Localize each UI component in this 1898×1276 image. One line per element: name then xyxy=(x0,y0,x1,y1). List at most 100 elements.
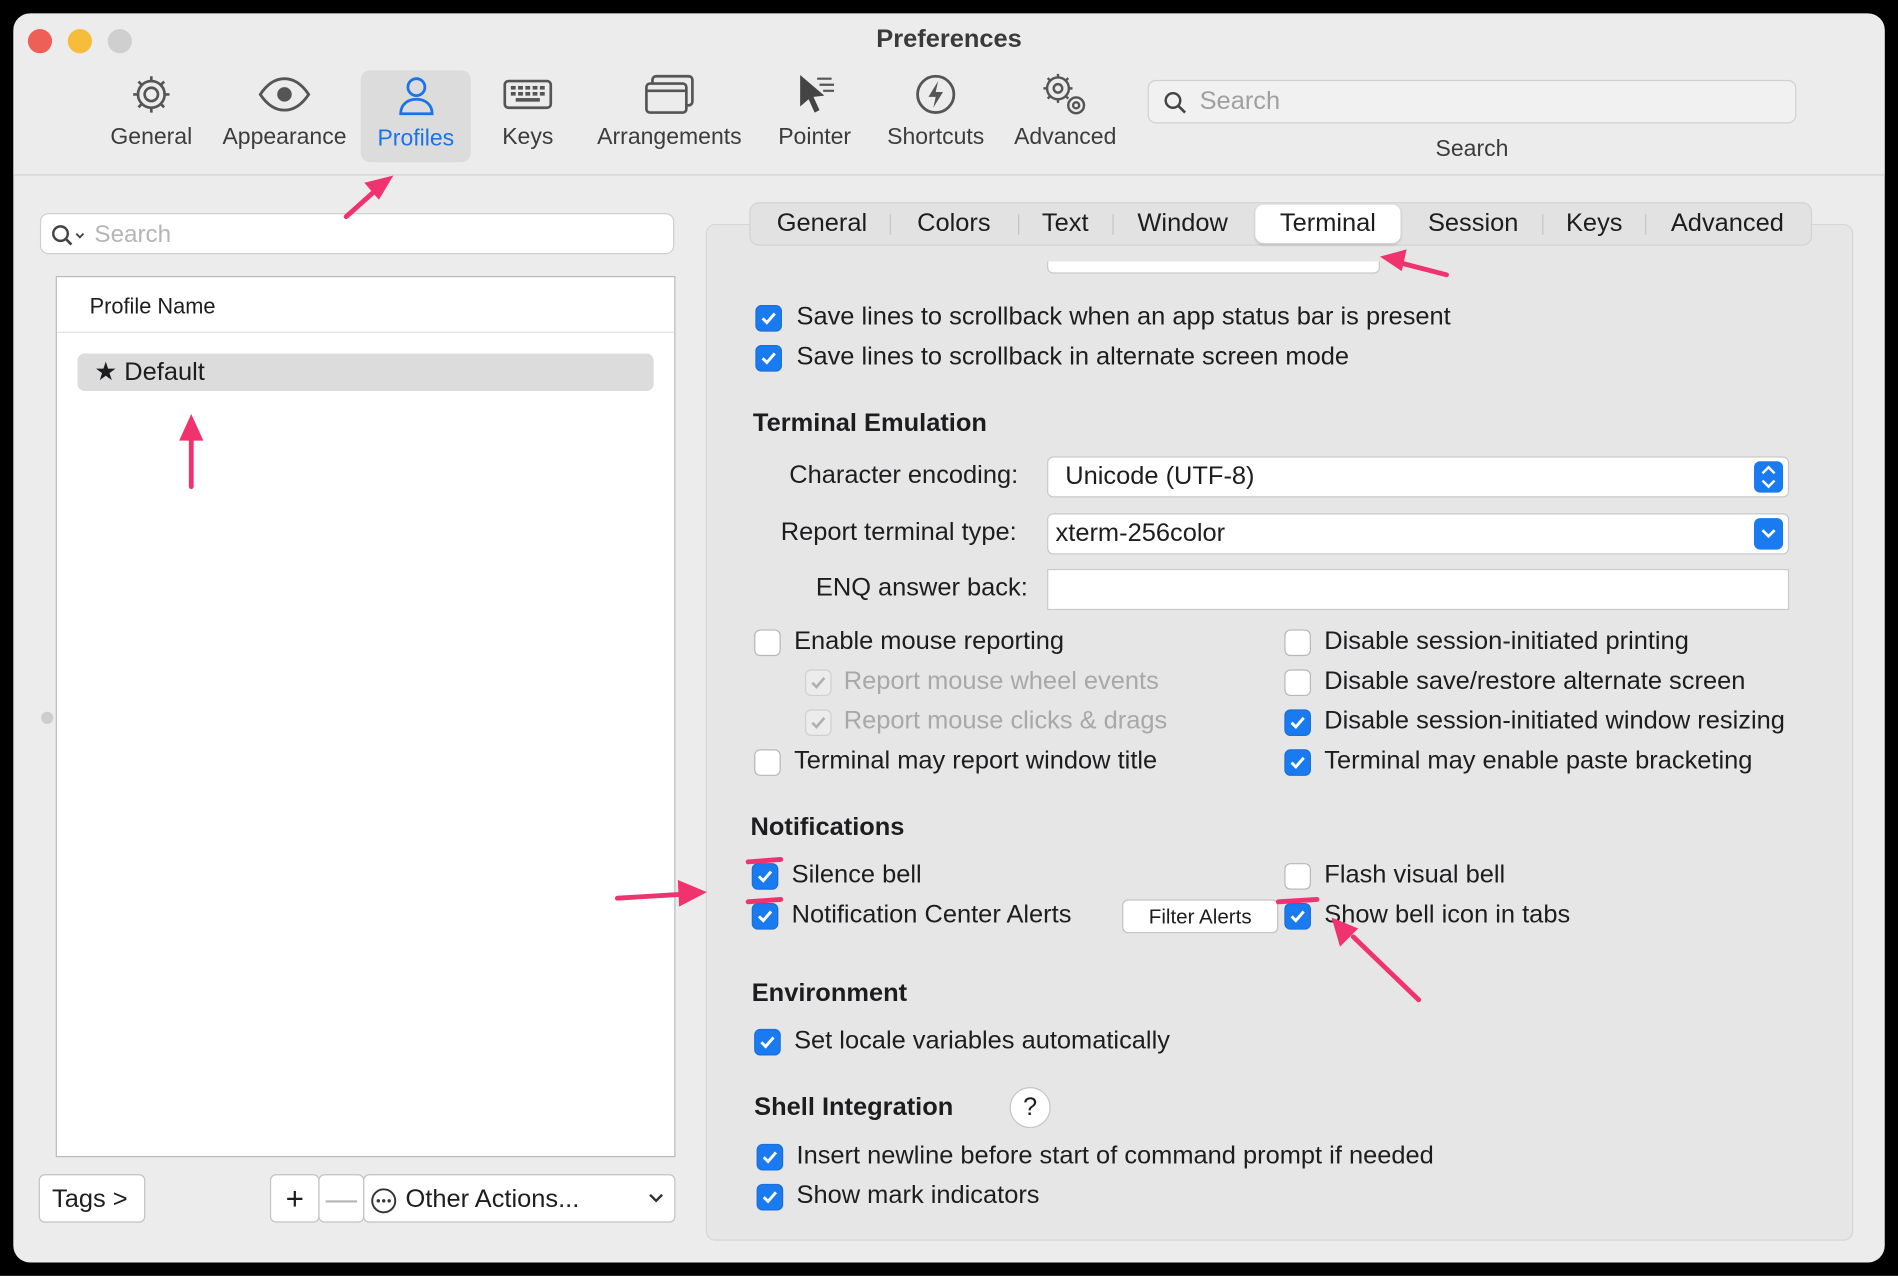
toolbar-appearance[interactable]: Appearance xyxy=(219,71,350,161)
gear-icon xyxy=(133,76,170,113)
toolbar-profiles[interactable]: Profiles xyxy=(360,70,471,163)
terminal-emulation-heading: Terminal Emulation xyxy=(752,409,987,437)
mouse-clicks-label: Report mouse clicks & drags xyxy=(843,706,1168,735)
toolbar-keys[interactable]: Keys xyxy=(489,71,566,161)
save-status-bar-checkbox[interactable] xyxy=(755,305,782,332)
terminal-type-combo[interactable]: xterm-256color xyxy=(1047,513,1790,555)
profile-list: Profile Name ★ Default xyxy=(55,275,676,1158)
terminal-settings-panel: Save lines to scrollback when an app sta… xyxy=(705,223,1854,1241)
environment-heading: Environment xyxy=(751,979,908,1008)
toolbar-pointer[interactable]: Pointer xyxy=(772,71,857,161)
toolbar-shortcuts[interactable]: Shortcuts xyxy=(881,71,990,161)
tags-button[interactable]: Tags > xyxy=(38,1174,146,1223)
toolbar-label: Shortcuts xyxy=(887,124,985,151)
disable-alt-screen-label: Disable save/restore alternate screen xyxy=(1324,666,1746,695)
toolbar-search-field[interactable] xyxy=(1147,79,1797,124)
ellipsis-circle-icon xyxy=(371,1188,397,1214)
paste-bracketing-label: Terminal may enable paste bracketing xyxy=(1324,746,1753,775)
other-actions-label: Other Actions... xyxy=(405,1185,580,1213)
profile-search-input[interactable] xyxy=(94,219,652,251)
report-title-label: Terminal may report window title xyxy=(794,746,1158,775)
shell-integration-heading: Shell Integration xyxy=(754,1093,954,1121)
help-button[interactable]: ? xyxy=(1009,1087,1051,1129)
tab-terminal[interactable]: Terminal xyxy=(1255,204,1401,244)
disable-alt-screen-checkbox[interactable] xyxy=(1284,669,1311,697)
mouse-wheel-checkbox[interactable] xyxy=(804,669,832,697)
terminal-type-value: xterm-256color xyxy=(1055,519,1226,548)
lightning-icon xyxy=(916,74,956,114)
disable-printing-label: Disable session-initiated printing xyxy=(1324,627,1689,655)
toolbar: Preferences General Appearance Profiles … xyxy=(13,13,1885,176)
window-title: Preferences xyxy=(876,25,1022,54)
tab-colors[interactable]: Colors xyxy=(893,203,1014,244)
flash-bell-checkbox[interactable] xyxy=(1284,863,1311,890)
remove-profile-button[interactable]: — xyxy=(318,1174,365,1223)
filter-alerts-button[interactable]: Filter Alerts xyxy=(1122,899,1279,934)
insert-newline-checkbox[interactable] xyxy=(756,1143,784,1171)
disable-resizing-checkbox[interactable] xyxy=(1284,709,1311,736)
bell-icon-checkbox[interactable] xyxy=(1284,903,1311,930)
disable-printing-checkbox[interactable] xyxy=(1284,629,1311,657)
toolbar-search-label: Search xyxy=(1435,136,1509,163)
toolbar-label: Keys xyxy=(502,124,554,151)
save-alternate-label: Save lines to scrollback in alternate sc… xyxy=(796,342,1349,371)
enq-answerback-field[interactable] xyxy=(1047,568,1790,611)
toolbar-arrangements[interactable]: Arrangements xyxy=(592,71,747,161)
search-icon xyxy=(1164,91,1187,114)
chevron-down-icon xyxy=(649,1193,663,1203)
mark-indicators-label: Show mark indicators xyxy=(796,1181,1040,1210)
mouse-clicks-checkbox[interactable] xyxy=(804,709,832,736)
mouse-reporting-label: Enable mouse reporting xyxy=(794,627,1065,655)
tab-session[interactable]: Session xyxy=(1407,203,1540,244)
report-title-checkbox[interactable] xyxy=(754,749,781,776)
profile-search-field[interactable] xyxy=(39,213,675,255)
enq-label: ENQ answer back: xyxy=(815,573,1028,602)
disable-resizing-label: Disable session-initiated window resizin… xyxy=(1324,706,1785,735)
paste-bracketing-checkbox[interactable] xyxy=(1284,749,1311,776)
profile-tabs: General Colors Text Window Terminal Sess… xyxy=(749,202,1813,246)
notifications-heading: Notifications xyxy=(750,813,905,842)
up-down-chevron-icon xyxy=(1754,461,1784,493)
save-status-bar-label: Save lines to scrollback when an app sta… xyxy=(796,302,1451,331)
profile-name-column-header[interactable]: Profile Name xyxy=(56,277,675,333)
bell-icon-label: Show bell icon in tabs xyxy=(1324,900,1571,929)
toolbar-general[interactable]: General xyxy=(105,71,197,161)
tab-advanced[interactable]: Advanced xyxy=(1649,203,1806,244)
flash-bell-label: Flash visual bell xyxy=(1324,860,1506,889)
chevron-down-icon[interactable] xyxy=(1754,518,1784,550)
encoding-popup[interactable]: Unicode (UTF-8) xyxy=(1047,456,1790,498)
screenshot-stage: Preferences General Appearance Profiles … xyxy=(0,0,1898,1276)
mouse-wheel-label: Report mouse wheel events xyxy=(843,666,1159,695)
other-actions-popup[interactable]: Other Actions... xyxy=(363,1174,676,1223)
mouse-reporting-checkbox[interactable] xyxy=(754,629,781,657)
split-view-handle[interactable] xyxy=(41,711,54,724)
terminal-type-label: Report terminal type: xyxy=(780,518,1017,546)
tab-keys[interactable]: Keys xyxy=(1546,203,1643,244)
tab-general[interactable]: General xyxy=(758,203,886,244)
toolbar-advanced[interactable]: Advanced xyxy=(1008,71,1122,161)
search-icon xyxy=(52,225,85,246)
notification-center-label: Notification Center Alerts xyxy=(791,900,1072,929)
toolbar-label: Profiles xyxy=(377,125,455,152)
toolbar-search-input[interactable] xyxy=(1199,85,1781,118)
toolbar-label: Arrangements xyxy=(597,124,742,151)
locale-label: Set locale variables automatically xyxy=(794,1026,1170,1055)
encoding-value: Unicode (UTF-8) xyxy=(1065,462,1255,491)
add-profile-button[interactable]: + xyxy=(269,1174,320,1223)
silence-bell-checkbox[interactable] xyxy=(751,863,779,890)
silence-bell-label: Silence bell xyxy=(791,860,922,889)
profile-row-default[interactable]: ★ Default xyxy=(77,353,654,391)
toolbar-label: Appearance xyxy=(222,124,347,151)
notification-center-checkbox[interactable] xyxy=(751,903,779,930)
tab-text[interactable]: Text xyxy=(1022,203,1109,244)
insert-newline-label: Insert newline before start of command p… xyxy=(796,1141,1434,1170)
keyboard-icon xyxy=(503,79,553,110)
preferences-window: Preferences General Appearance Profiles … xyxy=(13,13,1885,1263)
mark-indicators-checkbox[interactable] xyxy=(756,1183,784,1211)
tab-window[interactable]: Window xyxy=(1116,203,1249,244)
windows-icon xyxy=(645,74,694,114)
gears-icon xyxy=(1043,73,1086,115)
locale-checkbox[interactable] xyxy=(754,1028,781,1056)
save-alternate-checkbox[interactable] xyxy=(755,344,782,372)
encoding-label: Character encoding: xyxy=(789,461,1019,490)
